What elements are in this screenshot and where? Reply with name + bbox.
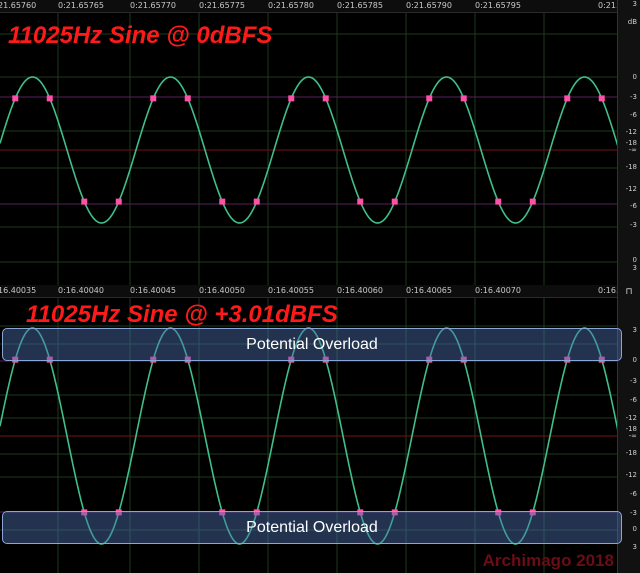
overload-band-top: Potential Overload xyxy=(2,328,622,361)
db-scale-label: dB xyxy=(627,18,637,26)
timeline-label: 0:21.65780 xyxy=(268,1,314,10)
sample-point xyxy=(46,95,53,102)
db-scale-label: -6 xyxy=(630,396,637,404)
watermark: Archimago 2018 xyxy=(482,551,614,570)
db-scale-label: -3 xyxy=(630,509,637,517)
overload-label-top: Potential Overload xyxy=(246,336,378,353)
db-scale-label: 3 xyxy=(632,264,637,272)
db-scale-label: 0 xyxy=(632,256,637,264)
timeline-label: 16.40035 xyxy=(0,286,37,295)
db-scale-label: -∞ xyxy=(628,432,637,440)
sample-point xyxy=(357,198,364,205)
db-scale-label: -3 xyxy=(630,93,637,101)
sample-point xyxy=(184,95,191,102)
top-timeline-ruler[interactable]: 21.65760 0:21.65765 0:21.65770 0:21.65775 0:… xyxy=(0,0,629,13)
timeline-label: 0:21.65790 xyxy=(406,1,452,10)
timeline-label: 0:21.65770 xyxy=(130,1,176,10)
sample-point xyxy=(12,95,19,102)
db-scale-label: -∞ xyxy=(628,146,637,154)
sample-point xyxy=(219,198,226,205)
timeline-label: 0:21.65775 xyxy=(199,1,245,10)
sample-point xyxy=(81,198,88,205)
db-scale-label: -3 xyxy=(630,221,637,229)
db-scale-label: -6 xyxy=(630,111,637,119)
magnet-icon[interactable]: ⊓ xyxy=(621,285,637,297)
overload-label-bottom: Potential Overload xyxy=(246,519,378,536)
db-scale-label: 0 xyxy=(632,356,637,364)
timeline-label: 0:16.40060 xyxy=(337,286,383,295)
db-scale-label: -6 xyxy=(630,202,637,210)
db-scale-label: -12 xyxy=(625,471,637,479)
timeline-label: 0:21.65795 xyxy=(475,1,521,10)
timeline-label: 0:16.40055 xyxy=(268,286,314,295)
db-scale-label: -6 xyxy=(630,490,637,498)
sample-point xyxy=(529,198,536,205)
sample-point xyxy=(495,198,502,205)
db-scale-label: -18 xyxy=(625,163,637,171)
timeline-label: 0:16.40065 xyxy=(406,286,452,295)
sample-point xyxy=(391,198,398,205)
sample-point xyxy=(460,95,467,102)
bottom-title: 11025Hz Sine @ +3.01dBFS xyxy=(26,301,338,328)
sample-point xyxy=(253,198,260,205)
timeline-label: 21.65760 xyxy=(0,1,37,10)
db-scale-label: -18 xyxy=(625,449,637,457)
timeline-label: 0:21.65785 xyxy=(337,1,383,10)
overload-band-bottom: Potential Overload xyxy=(2,511,622,544)
sample-point xyxy=(322,95,329,102)
timeline-label: 0:16.40050 xyxy=(199,286,245,295)
sample-point xyxy=(598,95,605,102)
sample-point xyxy=(426,95,433,102)
db-scale-label: -12 xyxy=(625,128,637,136)
db-scale-label: 0 xyxy=(632,73,637,81)
timeline-label: 0:16.40070 xyxy=(475,286,521,295)
bottom-timeline-ruler[interactable]: 16.40035 0:16.40040 0:16.40045 0:16.40050 0:… xyxy=(0,285,624,298)
timeline-label: 0:21.65765 xyxy=(58,1,104,10)
sample-point xyxy=(115,198,122,205)
timeline-label: 0:16.40040 xyxy=(58,286,104,295)
db-scale-label: -3 xyxy=(630,377,637,385)
db-scale-label: 0 xyxy=(632,525,637,533)
top-title: 11025Hz Sine @ 0dBFS xyxy=(8,22,273,49)
db-scale-label: -12 xyxy=(625,414,637,422)
top-db-scale: dB 0 -3 -6 -12 -18 -∞ -18 -12 -6 -3 0 3 3 xyxy=(617,0,640,285)
db-scale-label: 3 xyxy=(632,0,637,8)
sample-point xyxy=(288,95,295,102)
sample-point xyxy=(150,95,157,102)
sample-point xyxy=(564,95,571,102)
db-scale-label: 3 xyxy=(632,543,637,551)
top-waveform-panel[interactable]: 21.65760 0:21.65765 0:21.65770 0:21.65775 0:… xyxy=(0,0,640,285)
bottom-waveform-panel[interactable]: 16.40035 0:16.40040 0:16.40045 0:16.40050 0:… xyxy=(0,285,640,573)
timeline-label: 0:16.40045 xyxy=(130,286,176,295)
db-scale-label: 3 xyxy=(632,326,637,334)
db-scale-label: -12 xyxy=(625,185,637,193)
